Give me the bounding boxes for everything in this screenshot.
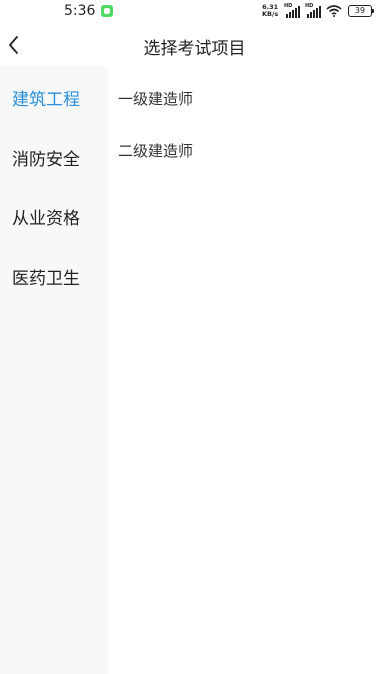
battery-icon: 39: [348, 5, 374, 17]
sidebar-item-label: 从业资格: [12, 209, 80, 229]
sidebar-item-label: 消防安全: [12, 150, 80, 170]
status-time: 5:36: [64, 3, 96, 19]
cellular-signal-2-icon: HD: [305, 3, 325, 18]
sidebar-item-construction[interactable]: 建筑工程: [0, 76, 108, 116]
header: 选择考试项目: [0, 24, 389, 66]
category-sidebar: 建筑工程 消防安全 从业资格 医药卫生: [0, 66, 108, 674]
list-item-second-class-constructor[interactable]: 二级建造师: [118, 133, 378, 167]
list-item-first-class-constructor[interactable]: 一级建造师: [118, 81, 378, 115]
page-title: 选择考试项目: [143, 39, 246, 59]
wifi-icon: [326, 5, 342, 17]
network-speed: 6.31 KB/s: [262, 4, 278, 18]
sidebar-item-medicine-health[interactable]: 医药卫生: [0, 255, 108, 295]
list-item-label: 二级建造师: [118, 142, 194, 160]
sidebar-item-label: 建筑工程: [12, 90, 80, 110]
status-bar: 5:36 6.31 KB/s HD HD 39: [0, 0, 389, 24]
cellular-signal-1-icon: HD: [284, 3, 304, 18]
sidebar-item-qualification[interactable]: 从业资格: [0, 195, 108, 235]
network-speed-unit: KB/s: [262, 10, 279, 18]
notification-app-icon: [101, 5, 113, 17]
exam-list: 一级建造师 二级建造师: [108, 66, 389, 674]
list-item-label: 一级建造师: [118, 90, 194, 108]
sidebar-item-fire-safety[interactable]: 消防安全: [0, 136, 108, 176]
sidebar-item-label: 医药卫生: [12, 269, 80, 289]
